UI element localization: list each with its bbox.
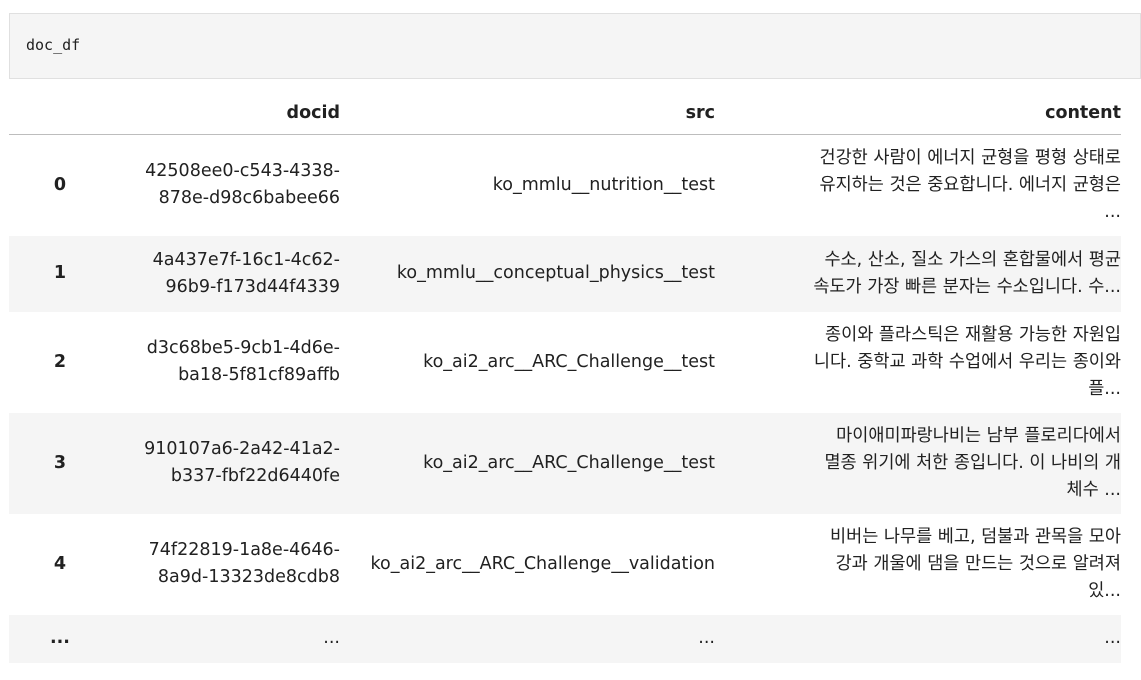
- row-index: 3: [53, 452, 67, 473]
- content-line: 속도가 가장 빠른 분자는 수소입니다. 수...: [813, 276, 1121, 297]
- table-row: 3 910107a6-2a42-41a2- b337-fbf22d6440fe …: [9, 412, 1121, 514]
- docid-line: 8a9d-13323de8cdb8: [157, 567, 340, 587]
- column-header-src: src: [340, 92, 715, 135]
- cell-docid: 74f22819-1a8e-4646- 8a9d-13323de8cdb8: [111, 514, 340, 615]
- cell-src: ko_mmlu__conceptual_physics__test: [396, 263, 715, 283]
- ellipsis-row: ... ... ... ...: [9, 614, 1121, 663]
- content-line: 체수 ...: [1066, 479, 1121, 500]
- docid-line: 4a437e7f-16c1-4c62-: [152, 249, 340, 270]
- cell-src: ko_mmlu__nutrition__test: [492, 174, 715, 195]
- column-header-content: content: [715, 92, 1121, 135]
- table-row: 4 74f22819-1a8e-4646- 8a9d-13323de8cdb8 …: [9, 513, 1121, 615]
- cell-src: ko_ai2_arc__ARC_Challenge__test: [423, 351, 715, 372]
- cell-content: 종이와 플라스틱은 재활용 가능한 자원입 니다. 중학교 과학 수업에서 우리…: [715, 312, 1121, 413]
- content-line: 종이와 플라스틱은 재활용 가능한 자원입: [825, 324, 1121, 345]
- docid-line: b337-fbf22d6440fe: [170, 466, 340, 486]
- cell-src: ko_ai2_arc__ARC_Challenge__test: [423, 452, 715, 473]
- cell-docid: 42508ee0-c543-4338- 878e-d98c6babee66: [111, 135, 340, 236]
- cell-docid: 910107a6-2a42-41a2- b337-fbf22d6440fe: [111, 413, 340, 514]
- cell-content: 수소, 산소, 질소 가스의 혼합물에서 평균 속도가 가장 빠른 분자는 수소…: [715, 236, 1121, 312]
- cell-src: ko_ai2_arc__ARC_Challenge__validation: [370, 553, 715, 574]
- cell-content: 마이애미파랑나비는 남부 플로리다에서 멸종 위기에 처한 종입니다. 이 나비…: [715, 413, 1121, 514]
- index-header: [9, 92, 111, 135]
- content-line: 니다. 중학교 과학 수업에서 우리는 종이와: [813, 351, 1121, 372]
- row-index: 0: [53, 174, 67, 195]
- column-header-docid: docid: [111, 92, 340, 135]
- docid-line: 96b9-f173d44f4339: [165, 276, 340, 297]
- cell-docid: ...: [323, 628, 340, 648]
- content-line: ...: [1104, 201, 1121, 222]
- table-row: 0 42508ee0-c543-4338- 878e-d98c6babee66 …: [9, 134, 1121, 236]
- content-line: 수소, 산소, 질소 가스의 혼합물에서 평균: [824, 249, 1121, 270]
- row-index: 2: [53, 351, 67, 372]
- table-header-row: docid src content: [9, 92, 1121, 135]
- row-index: 1: [53, 263, 67, 283]
- content-line: 멸종 위기에 처한 종입니다. 이 나비의 개: [824, 452, 1121, 473]
- content-line: 플...: [1088, 378, 1121, 399]
- table-row: 1 4a437e7f-16c1-4c62- 96b9-f173d44f4339 …: [9, 235, 1121, 312]
- table-row: 2 d3c68be5-9cb1-4d6e- ba18-5f81cf89affb …: [9, 311, 1121, 413]
- content-line: 유지하는 것은 중요합니다. 에너지 균형은: [819, 174, 1121, 195]
- content-line: 건강한 사람이 에너지 균형을 평형 상태로: [819, 147, 1121, 168]
- dataframe-table: docid src content 0 42508ee0-c543-4338- …: [9, 92, 1121, 663]
- docid-line: 878e-d98c6babee66: [158, 188, 340, 209]
- cell-content: ...: [1104, 628, 1121, 648]
- row-index: ...: [50, 628, 70, 648]
- content-line: 마이애미파랑나비는 남부 플로리다에서: [836, 425, 1121, 446]
- content-line: 강과 개울에 댐을 만드는 것으로 알려져: [835, 553, 1121, 574]
- content-line: 비버는 나무를 베고, 덤불과 관목을 모아: [830, 526, 1121, 547]
- docid-line: 74f22819-1a8e-4646-: [148, 540, 340, 560]
- cell-docid: d3c68be5-9cb1-4d6e- ba18-5f81cf89affb: [111, 312, 340, 413]
- content-line: 있...: [1088, 580, 1121, 601]
- docid-line: d3c68be5-9cb1-4d6e-: [146, 338, 340, 358]
- row-index: 4: [53, 553, 67, 574]
- code-text: doc_df: [26, 36, 81, 54]
- cell-content: 비버는 나무를 베고, 덤불과 관목을 모아 강과 개울에 댐을 만드는 것으로…: [715, 514, 1121, 615]
- docid-line: 42508ee0-c543-4338-: [145, 161, 340, 182]
- cell-docid: 4a437e7f-16c1-4c62- 96b9-f173d44f4339: [111, 236, 340, 312]
- cell-src: ...: [698, 628, 715, 648]
- cell-content: 건강한 사람이 에너지 균형을 평형 상태로 유지하는 것은 중요합니다. 에너…: [715, 135, 1121, 236]
- docid-line: ba18-5f81cf89affb: [178, 365, 340, 385]
- code-cell[interactable]: doc_df: [9, 13, 1141, 79]
- docid-line: 910107a6-2a42-41a2-: [144, 439, 340, 459]
